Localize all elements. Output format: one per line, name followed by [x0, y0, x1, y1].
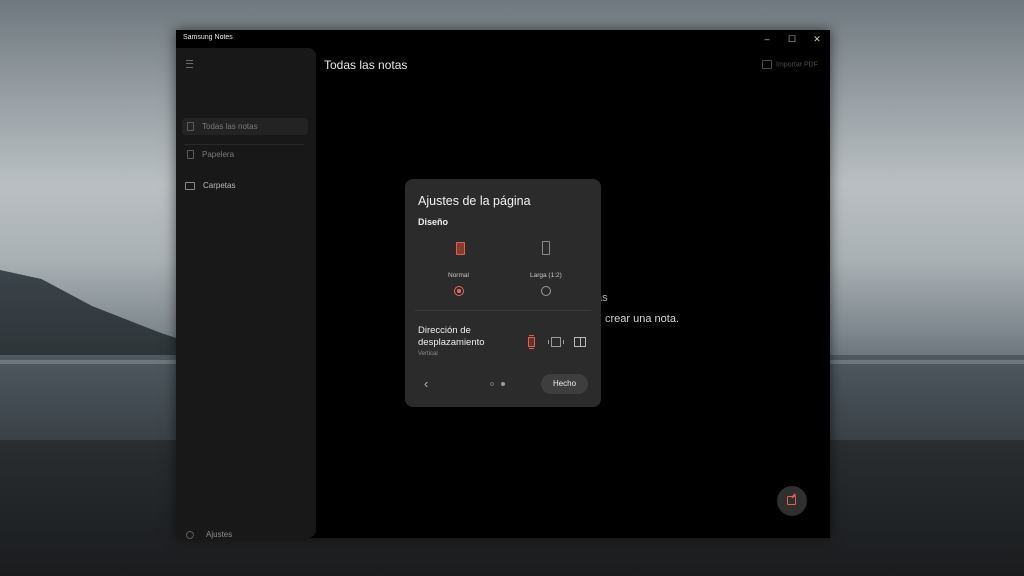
title-bar[interactable]: Samsung Notes – ☐ ✕ — [176, 30, 830, 48]
sidebar-item-folders[interactable]: Carpetas — [203, 181, 235, 190]
page-indicator-dot — [490, 382, 494, 386]
close-button[interactable]: ✕ — [805, 32, 829, 46]
empty-state-line-2: crear una nota. — [605, 313, 679, 325]
gear-icon — [186, 531, 194, 539]
layout-option-long-label: Larga (1:2) — [530, 272, 562, 279]
scroll-direction-label: Dirección de desplazamiento — [418, 325, 485, 348]
sidebar-item-all-notes[interactable]: Todas las notas — [182, 118, 308, 135]
pdf-icon — [762, 60, 772, 69]
sidebar-item-settings[interactable]: Ajustes — [206, 530, 232, 539]
book-view-icon[interactable] — [574, 337, 586, 347]
import-pdf-button[interactable]: Importar PDF — [762, 60, 818, 69]
normal-page-icon[interactable] — [456, 242, 465, 255]
done-button[interactable]: Hecho — [541, 374, 588, 394]
vertical-scroll-icon[interactable] — [528, 335, 535, 349]
window-title: Samsung Notes — [183, 34, 233, 41]
sidebar-item-trash[interactable]: Papelera — [182, 146, 308, 163]
page-settings-dialog: Ajustes de la página Diseño Normal Larga… — [405, 179, 601, 407]
layout-option-normal-label: Normal — [448, 272, 469, 279]
new-note-button[interactable] — [777, 486, 807, 516]
folder-icon — [185, 182, 195, 190]
trash-icon — [187, 150, 194, 159]
layout-section-label: Diseño — [418, 217, 449, 227]
page-title: Todas las notas — [324, 58, 408, 72]
sidebar-item-label: Papelera — [202, 150, 235, 159]
note-icon — [187, 122, 194, 131]
dialog-divider — [415, 310, 591, 311]
edit-pen-icon — [787, 496, 796, 505]
maximize-button[interactable]: ☐ — [780, 32, 804, 46]
layout-long-radio[interactable] — [541, 286, 551, 296]
hamburger-menu-icon[interactable] — [186, 60, 193, 68]
sidebar: Todas las notas Papelera Carpetas Ajuste… — [176, 48, 316, 539]
import-pdf-label: Importar PDF — [776, 61, 819, 69]
sidebar-item-label: Todas las notas — [202, 122, 258, 131]
sidebar-divider — [184, 144, 304, 145]
scroll-direction-value: Vertical — [418, 351, 438, 357]
long-page-icon[interactable] — [542, 241, 550, 255]
layout-normal-radio[interactable] — [454, 286, 464, 296]
page-indicator-dot-active — [501, 382, 505, 386]
back-button[interactable]: ‹ — [424, 377, 436, 391]
minimize-button[interactable]: – — [755, 32, 779, 46]
dialog-title: Ajustes de la página — [418, 194, 531, 208]
horizontal-scroll-icon[interactable] — [548, 337, 564, 347]
